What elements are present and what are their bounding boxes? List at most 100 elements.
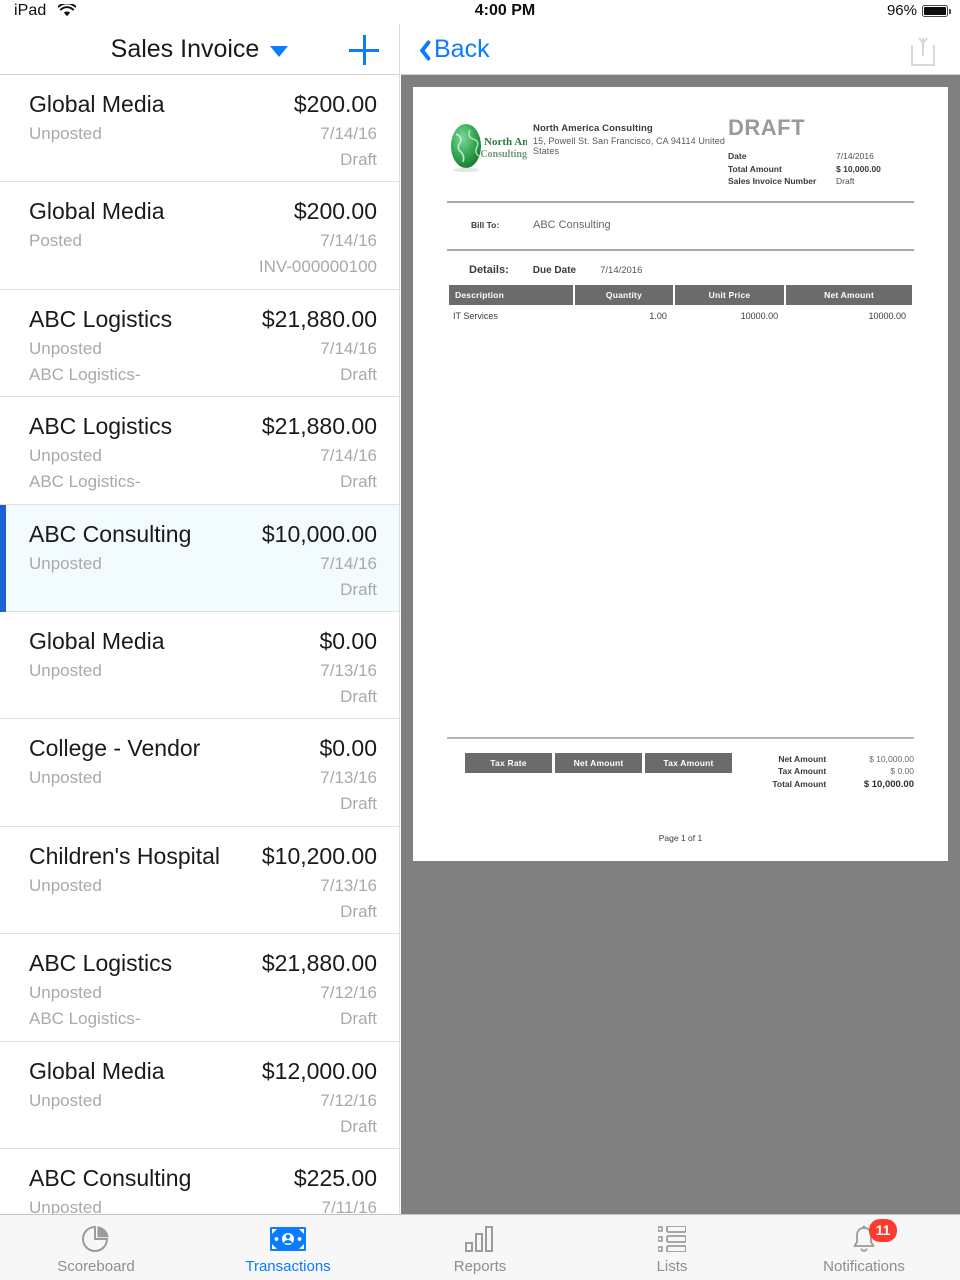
- invoice-date: 7/14/16: [320, 231, 377, 251]
- invoice-customer-name: Children's Hospital: [29, 842, 221, 869]
- pie-chart-icon: [79, 1223, 113, 1255]
- bill-to-value: ABC Consulting: [533, 219, 611, 232]
- invoice-date: 7/11/16: [321, 1197, 377, 1214]
- tab-scoreboard[interactable]: Scoreboard: [0, 1215, 192, 1280]
- invoice-customer-name: ABC Consulting: [29, 520, 192, 547]
- tax-column-header: Tax Amount: [645, 752, 732, 773]
- sales-invoice-filter-button[interactable]: Sales Invoice: [0, 24, 399, 75]
- company-address: 15, Powell St. San Francisco, CA 94114 U…: [533, 136, 725, 156]
- invoice-customer-name: Global Media: [29, 627, 165, 654]
- tax-column-header: Net Amount: [555, 752, 642, 773]
- invoice-customer-name: College - Vendor: [29, 735, 201, 762]
- totals-row: Total Amount $ 10,000.00: [732, 778, 914, 791]
- invoice-reference: Draft: [340, 1009, 377, 1029]
- line-items-column-header: Unit Price: [674, 285, 785, 306]
- invoice-meta-value: $ 10,000.00: [836, 163, 881, 174]
- invoice-customer-name: ABC Logistics: [29, 413, 173, 440]
- globe-logo-icon: North American Consulting: [447, 117, 561, 178]
- invoice-amount: $0.00: [319, 627, 377, 654]
- tab-label: Transactions: [245, 1258, 331, 1275]
- invoice-subtitle: ABC Logistics-: [29, 472, 141, 492]
- invoice-list-item[interactable]: ABC Consulting $225.00 Unposted 7/11/16: [0, 1148, 399, 1214]
- invoice-list-item[interactable]: College - Vendor $0.00 Unposted 7/13/16 Draf…: [0, 719, 399, 827]
- invoice-amount: $10,200.00: [261, 842, 377, 869]
- back-label: Back: [434, 35, 490, 63]
- totals-key: Net Amount: [778, 754, 827, 765]
- invoice-list-pane: Sales Invoice Global Media $200.00 Unposte…: [0, 24, 400, 1214]
- invoice-meta-key: Sales Invoice Number: [728, 175, 817, 186]
- invoice-list-item[interactable]: Global Media $12,000.00 Unposted 7/12/16 Dra…: [0, 1041, 399, 1149]
- invoice-amount: $225.00: [293, 1164, 377, 1191]
- invoice-list-item[interactable]: ABC Logistics $21,880.00 Unposted 7/14/16 AB…: [0, 289, 399, 398]
- invoice-date: 7/14/16: [320, 553, 377, 573]
- totals-value: $ 10,000.00: [869, 754, 914, 765]
- invoice-header: North American Consulting North America …: [447, 117, 914, 187]
- invoice-reference: Draft: [340, 364, 377, 384]
- invoice-meta-key: Date: [728, 151, 747, 162]
- invoice-meta-value: Draft: [836, 175, 855, 186]
- document-viewer[interactable]: North American Consulting North America …: [401, 75, 960, 1214]
- totals-value: $ 10,000.00: [863, 778, 914, 790]
- invoice-date: 7/12/16: [320, 1090, 377, 1110]
- invoice-reference: Draft: [340, 794, 377, 814]
- tab-notifications[interactable]: 11 Notifications: [768, 1215, 960, 1280]
- invoice-date: 7/14/16: [320, 446, 377, 466]
- invoice-amount: $0.00: [319, 735, 377, 762]
- page-number: Page 1 of 1: [658, 833, 703, 843]
- invoice-reference: Draft: [340, 150, 377, 169]
- tab-label: Scoreboard: [57, 1258, 135, 1275]
- invoice-date: 7/13/16: [320, 768, 377, 788]
- line-items-column-header: Quantity: [575, 285, 673, 306]
- company-name: North America Consulting: [533, 123, 653, 134]
- invoice-list-item[interactable]: ABC Consulting $10,000.00 Unposted 7/14/16 D…: [0, 504, 399, 613]
- back-button[interactable]: Back: [415, 24, 490, 75]
- due-date-value: 7/14/2016: [600, 265, 643, 277]
- invoice-meta-row: Date 7/14/2016: [728, 150, 914, 162]
- invoice-amount: $12,000.00: [261, 1057, 377, 1084]
- company-block: North America Consulting 15, Powell St. …: [529, 117, 728, 156]
- invoice-list-item[interactable]: Global Media $200.00 Posted 7/14/16 INV-0000…: [0, 182, 399, 290]
- bar-chart-icon: [465, 1223, 495, 1255]
- status-bar-time: 4:00 PM: [474, 2, 536, 19]
- tab-lists[interactable]: Lists: [576, 1215, 768, 1280]
- details-section: Details: Due Date 7/14/2016: [447, 251, 914, 276]
- invoice-meta-table: Date 7/14/2016 Total Amount $ 10,000.00 Sale…: [728, 150, 914, 187]
- tab-transactions[interactable]: Transactions: [192, 1215, 384, 1280]
- invoice-date: 7/13/16: [320, 660, 377, 680]
- invoice-list-item[interactable]: ABC Logistics $21,880.00 Unposted 7/12/16 AB…: [0, 934, 399, 1042]
- invoice-posting-status: Unposted: [29, 338, 102, 358]
- invoice-amount: $200.00: [293, 91, 377, 117]
- invoice-footer: Tax Rate Net Amount Tax Amount Net Amount $…: [447, 736, 914, 843]
- invoice-customer-name: ABC Logistics: [29, 950, 173, 977]
- line-items-table: Description Quantity Unit Price Net Amount …: [447, 285, 914, 321]
- invoice-date: 7/14/16: [320, 124, 377, 143]
- invoice-list-item[interactable]: Children's Hospital $10,200.00 Unposted 7/1…: [0, 826, 399, 935]
- list-title: Sales Invoice: [110, 35, 260, 63]
- battery-percent: 96%: [886, 2, 917, 19]
- invoice-posting-status: Unposted: [29, 553, 102, 573]
- tab-reports[interactable]: Reports: [384, 1215, 576, 1280]
- battery-icon: [922, 4, 951, 17]
- invoice-subtitle: ABC Logistics-: [29, 364, 141, 384]
- line-item-quantity: 1.00: [649, 311, 667, 322]
- detail-navigation-bar: Back: [401, 24, 960, 75]
- invoice-amount: $21,880.00: [261, 413, 377, 440]
- share-icon[interactable]: [908, 35, 938, 67]
- invoice-list-item[interactable]: Global Media $0.00 Unposted 7/13/16 Draft: [0, 611, 399, 720]
- invoice-date: 7/14/16: [320, 338, 377, 358]
- bill-to-section: Bill To: ABC Consulting: [447, 203, 914, 231]
- details-label: Details:: [469, 264, 509, 277]
- invoice-meta-row: Total Amount $ 10,000.00: [728, 162, 914, 174]
- plus-icon[interactable]: [349, 35, 379, 65]
- invoice-customer-name: ABC Consulting: [29, 1164, 192, 1191]
- invoice-list-item[interactable]: ABC Logistics $21,880.00 Unposted 7/14/16 AB…: [0, 397, 399, 505]
- invoice-reference: INV-000000100: [258, 257, 377, 277]
- invoice-list: Global Media $200.00 Unposted 7/14/16 Draft G…: [0, 75, 399, 1214]
- invoice-amount: $21,880.00: [261, 305, 377, 332]
- invoice-posting-status: Unposted: [29, 875, 102, 895]
- invoice-document-page: North American Consulting North America …: [413, 87, 948, 861]
- invoice-customer-name: Global Media: [29, 91, 165, 117]
- chevron-left-icon: [415, 38, 428, 61]
- totals-block: Net Amount $ 10,000.00 Tax Amount $ 0.00 Tot…: [732, 753, 914, 791]
- invoice-list-item[interactable]: Global Media $200.00 Unposted 7/14/16 Draft: [0, 75, 399, 183]
